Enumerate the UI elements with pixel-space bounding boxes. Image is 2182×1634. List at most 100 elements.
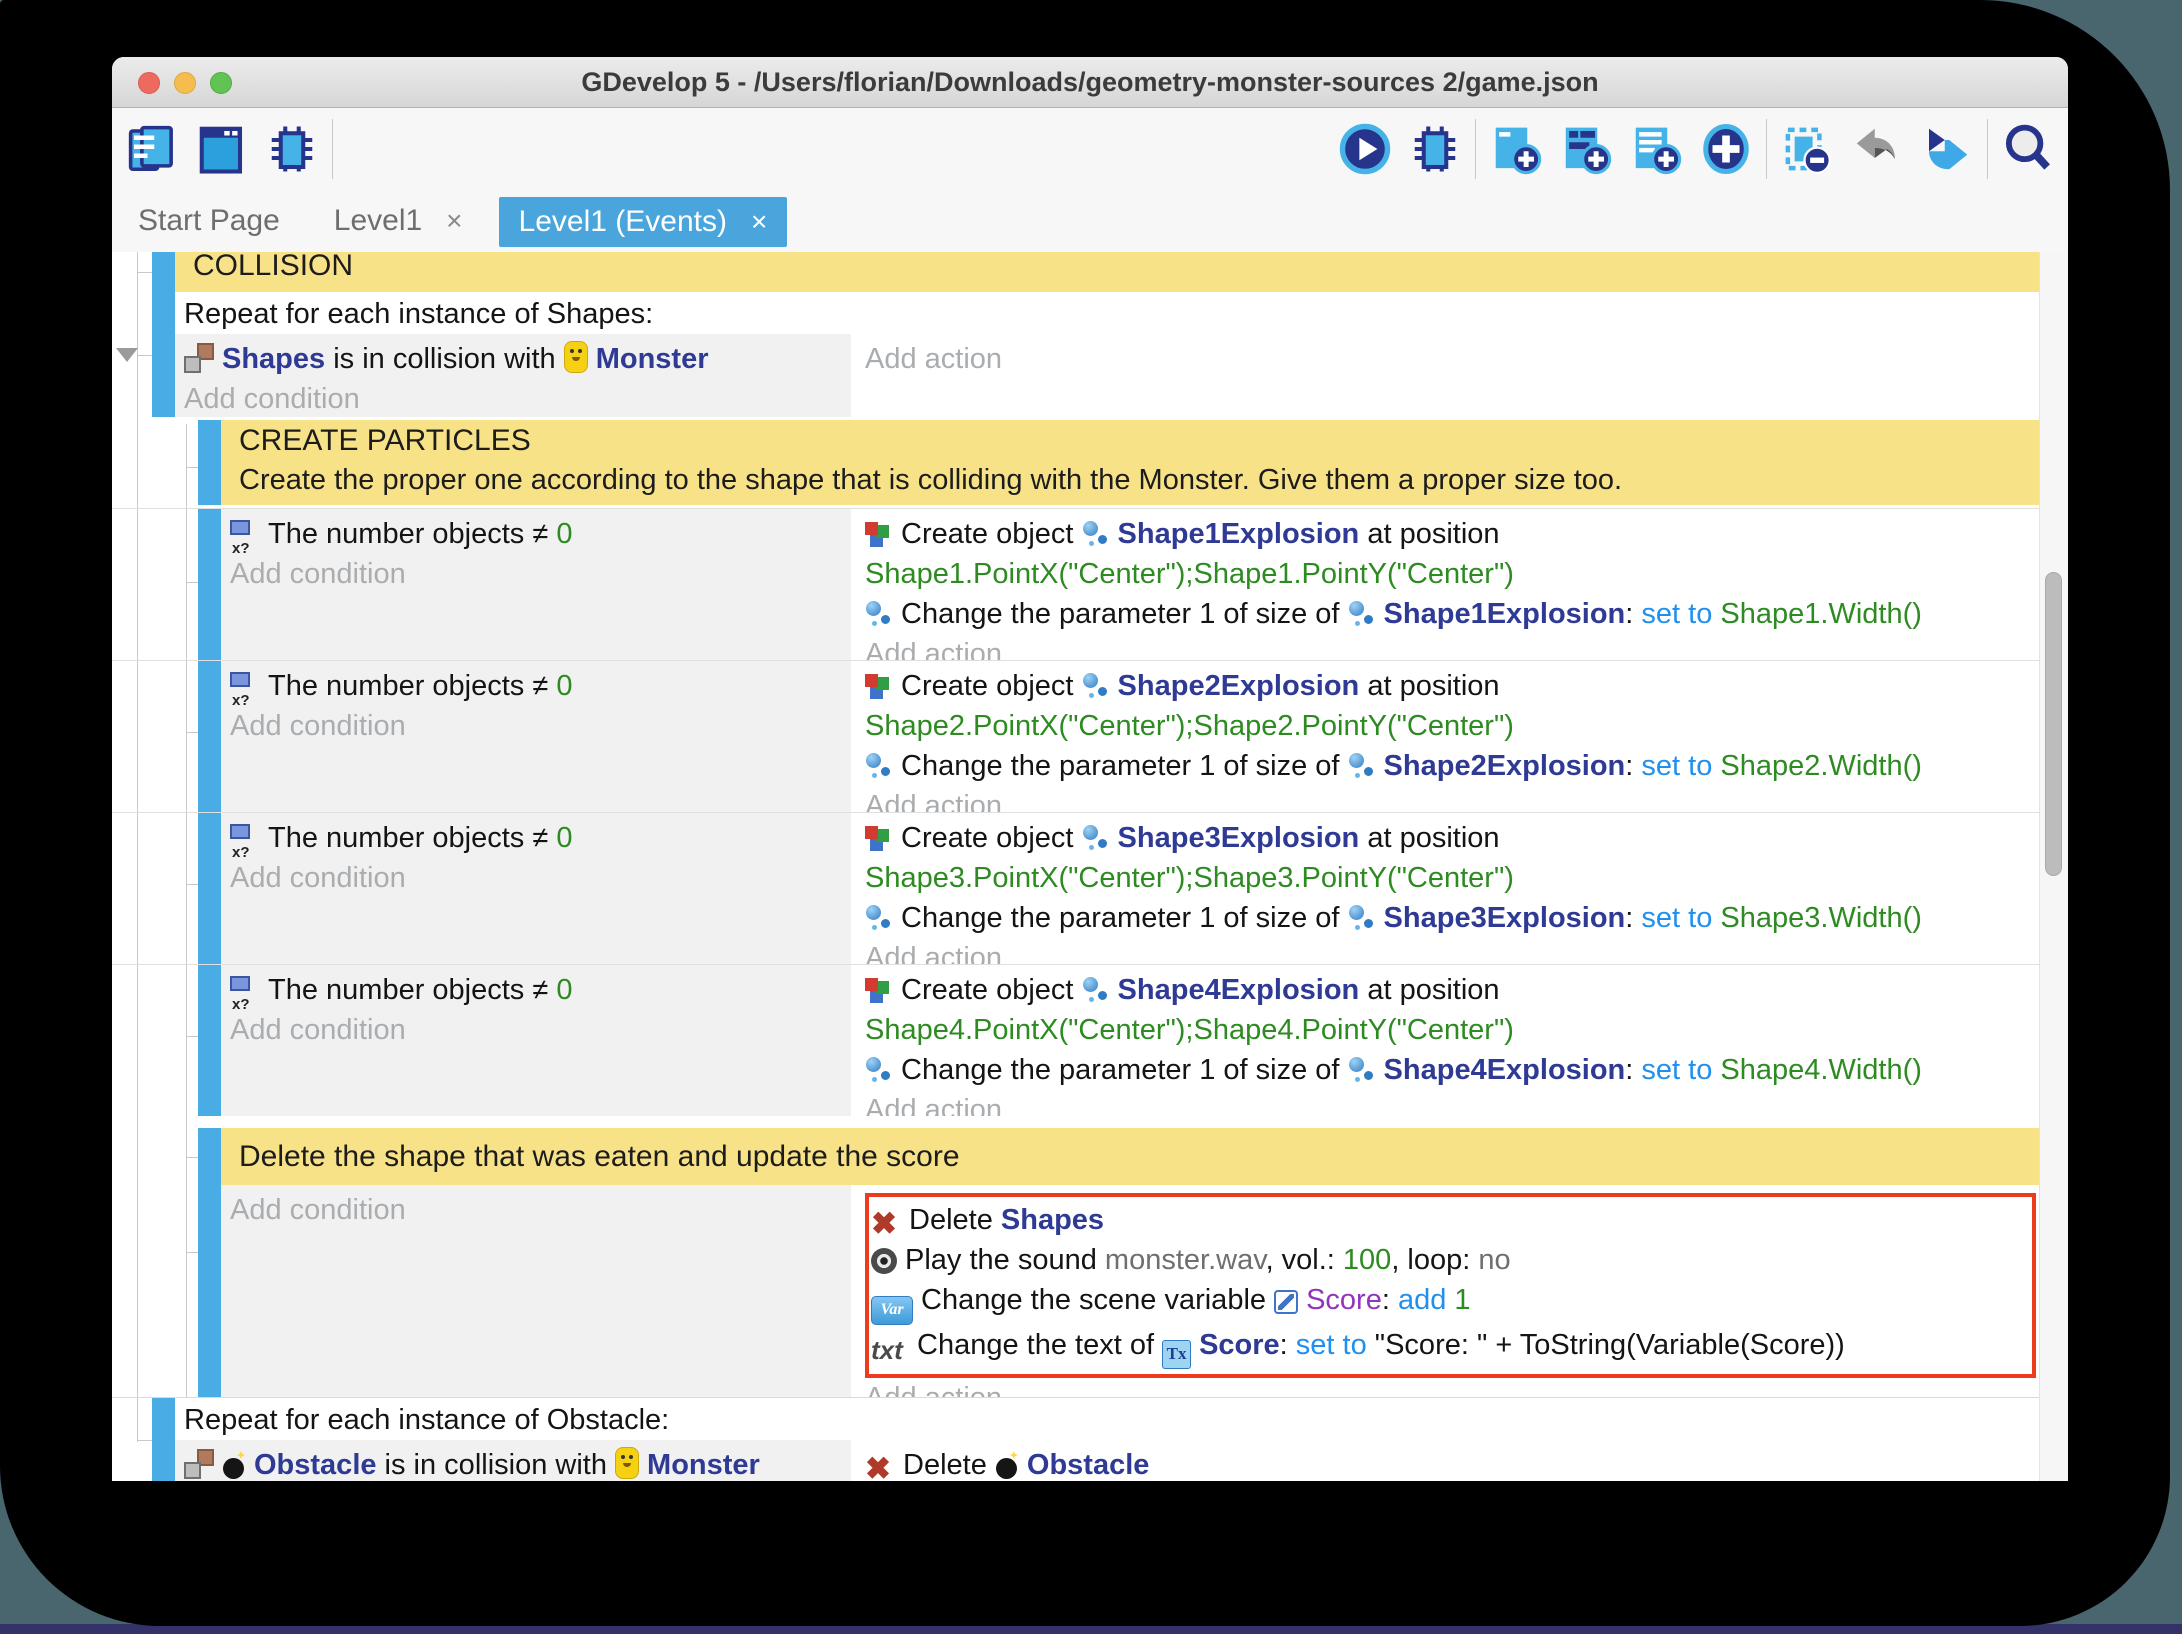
condition-line[interactable]: The number objects ≠ 0 — [230, 970, 851, 1010]
tab-level1-events[interactable]: Level1 (Events) × — [499, 197, 788, 247]
add-event-icon[interactable] — [1488, 121, 1544, 177]
actions-panel[interactable]: Create object Shape2Explosion at positio… — [857, 661, 2040, 812]
event-header[interactable]: Repeat for each instance of Shapes: — [175, 292, 2040, 334]
main-toolbar — [112, 108, 2068, 190]
comment-body[interactable]: CREATE PARTICLESCreate the proper one ac… — [221, 420, 2040, 505]
action-line[interactable]: Play the sound monster.wav, vol.: 100, l… — [871, 1240, 2024, 1280]
add-action-button[interactable]: Add action — [865, 1378, 2040, 1397]
add-condition-button[interactable]: Add condition — [230, 1010, 851, 1050]
particle-icon — [1348, 600, 1376, 628]
conditions-panel[interactable]: Obstacle is in collision with Monster — [175, 1440, 851, 1481]
text-segment: 100 — [1343, 1244, 1391, 1276]
tab-start-page[interactable]: Start Page — [118, 190, 300, 252]
actions-panel[interactable]: ✖Delete ShapesPlay the sound monster.wav… — [857, 1185, 2040, 1397]
redo-icon[interactable] — [1919, 121, 1975, 177]
conditions-panel[interactable]: Shapes is in collision with MonsterAdd c… — [175, 334, 851, 417]
particle-icon — [1348, 904, 1376, 932]
actions-panel[interactable]: ✖Delete Obstacle — [857, 1440, 2040, 1481]
condition-line[interactable]: The number objects ≠ 0 — [230, 818, 851, 858]
conditions-panel[interactable]: Add condition — [221, 1185, 851, 1397]
particle-icon — [865, 1056, 893, 1084]
action-line[interactable]: Shape2.PointX("Center");Shape2.PointY("C… — [865, 706, 2040, 746]
action-line[interactable]: Shape4.PointX("Center");Shape4.PointY("C… — [865, 1010, 2040, 1050]
comment-body[interactable]: COLLISION — [175, 252, 2040, 292]
text-segment: monster.wav — [1105, 1244, 1266, 1276]
text-segment: Add condition — [230, 558, 406, 590]
tab-close-icon[interactable]: × — [751, 206, 767, 238]
text-segment: Add action — [865, 638, 1002, 660]
action-line[interactable]: ✖Delete Shapes — [871, 1200, 2024, 1240]
add-action-button[interactable]: Add action — [865, 634, 2040, 660]
comment-row[interactable]: COLLISION — [112, 252, 2040, 292]
add-comment-icon[interactable] — [1628, 121, 1684, 177]
event-highlight-bar — [198, 813, 221, 964]
text-segment: set to — [1641, 1054, 1720, 1086]
add-condition-button[interactable]: Add condition — [230, 858, 851, 898]
text-segment: Shape2.PointX("Center");Shape2.PointY("C… — [865, 710, 1514, 742]
play-icon[interactable] — [1337, 121, 1393, 177]
text-segment: Shape2Explosion — [1118, 670, 1360, 702]
action-line[interactable]: Shape1.PointX("Center");Shape1.PointY("C… — [865, 554, 2040, 594]
actions-panel[interactable]: Add action — [857, 334, 2040, 417]
action-line[interactable]: Change the parameter 1 of size of Shape3… — [865, 898, 2040, 938]
conditions-panel[interactable]: The number objects ≠ 0Add condition — [221, 965, 851, 1116]
action-line[interactable]: Change the parameter 1 of size of Shape4… — [865, 1050, 2040, 1090]
text-segment: Create object — [901, 670, 1082, 702]
event-header[interactable]: Repeat for each instance of Obstacle: — [175, 1398, 2040, 1440]
tab-close-icon[interactable]: × — [446, 205, 462, 237]
tab-label: Level1 (Events) — [519, 205, 727, 239]
condition-line[interactable]: Shapes is in collision with Monster — [184, 339, 851, 379]
scene-editor-icon[interactable] — [194, 121, 250, 177]
add-action-button[interactable]: Add action — [865, 786, 2040, 812]
conditions-panel[interactable]: The number objects ≠ 0 Add condition — [221, 509, 851, 660]
search-icon[interactable] — [2000, 121, 2056, 177]
add-action-button[interactable]: Add action — [865, 1090, 2040, 1116]
action-line[interactable]: Change the parameter 1 of size of Shape2… — [865, 746, 2040, 786]
add-condition-button[interactable]: Add condition — [230, 706, 851, 746]
debugger-icon[interactable] — [264, 121, 320, 177]
actions-panel[interactable]: Create object Shape1Explosion at positio… — [857, 509, 2040, 660]
comment-row[interactable]: CREATE PARTICLESCreate the proper one ac… — [112, 420, 2040, 505]
undo-icon[interactable] — [1849, 121, 1905, 177]
add-action-button[interactable]: Add action — [865, 938, 2040, 964]
scrollbar-thumb[interactable] — [2045, 572, 2062, 876]
action-line[interactable]: Change the parameter 1 of size of Shape1… — [865, 594, 2040, 634]
condition-line[interactable]: The number objects ≠ 0 — [230, 514, 851, 554]
action-line[interactable]: ✖Delete Obstacle — [865, 1445, 2040, 1481]
delete-icon: ✖ — [865, 1454, 895, 1481]
text-segment: set to — [1641, 750, 1720, 782]
add-circle-icon[interactable] — [1698, 121, 1754, 177]
vertical-scrollbar[interactable] — [2039, 252, 2068, 1481]
project-manager-icon[interactable] — [124, 121, 180, 177]
deselect-icon[interactable] — [1779, 121, 1835, 177]
condition-line[interactable]: Obstacle is in collision with Monster — [184, 1445, 851, 1481]
add-action-button[interactable]: Add action — [865, 339, 2040, 379]
text-segment: : — [1382, 1284, 1398, 1316]
condition-line[interactable]: The number objects ≠ 0 — [230, 666, 851, 706]
actions-panel[interactable]: Create object Shape3Explosion at positio… — [857, 813, 2040, 964]
tab-level1-scene[interactable]: Level1 × — [314, 190, 483, 252]
text-segment: Change the scene variable — [921, 1284, 1274, 1316]
conditions-panel[interactable]: The number objects ≠ 0Add condition — [221, 813, 851, 964]
debug-icon[interactable] — [1407, 121, 1463, 177]
comment-row[interactable]: Delete the shape that was eaten and upda… — [112, 1128, 2040, 1185]
add-subevent-icon[interactable] — [1558, 121, 1614, 177]
action-line[interactable]: Create object Shape2Explosion at positio… — [865, 666, 2040, 706]
particle-icon — [1082, 976, 1110, 1004]
text-segment: at position — [1359, 822, 1499, 854]
action-line[interactable]: txtChange the text of TxScore: set to "S… — [871, 1325, 2024, 1369]
create-icon — [865, 520, 893, 548]
action-line[interactable]: Shape3.PointX("Center");Shape3.PointY("C… — [865, 858, 2040, 898]
action-line[interactable]: Create object Shape4Explosion at positio… — [865, 970, 2040, 1010]
action-line[interactable]: Create object Shape3Explosion at positio… — [865, 818, 2040, 858]
window-title: GDevelop 5 - /Users/florian/Downloads/ge… — [112, 57, 2068, 107]
conditions-panel[interactable]: The number objects ≠ 0Add condition — [221, 661, 851, 812]
text-segment: Add action — [865, 343, 1002, 375]
comment-body[interactable]: Delete the shape that was eaten and upda… — [221, 1128, 2040, 1185]
add-condition-button[interactable]: Add condition — [230, 554, 851, 594]
action-line[interactable]: Create object Shape1Explosion at positio… — [865, 514, 2040, 554]
actions-panel[interactable]: Create object Shape4Explosion at positio… — [857, 965, 2040, 1116]
action-line[interactable]: VarChange the scene variable Score: add … — [871, 1280, 2024, 1325]
add-condition-button[interactable]: Add condition — [184, 379, 851, 417]
add-condition-button[interactable]: Add condition — [230, 1190, 851, 1230]
